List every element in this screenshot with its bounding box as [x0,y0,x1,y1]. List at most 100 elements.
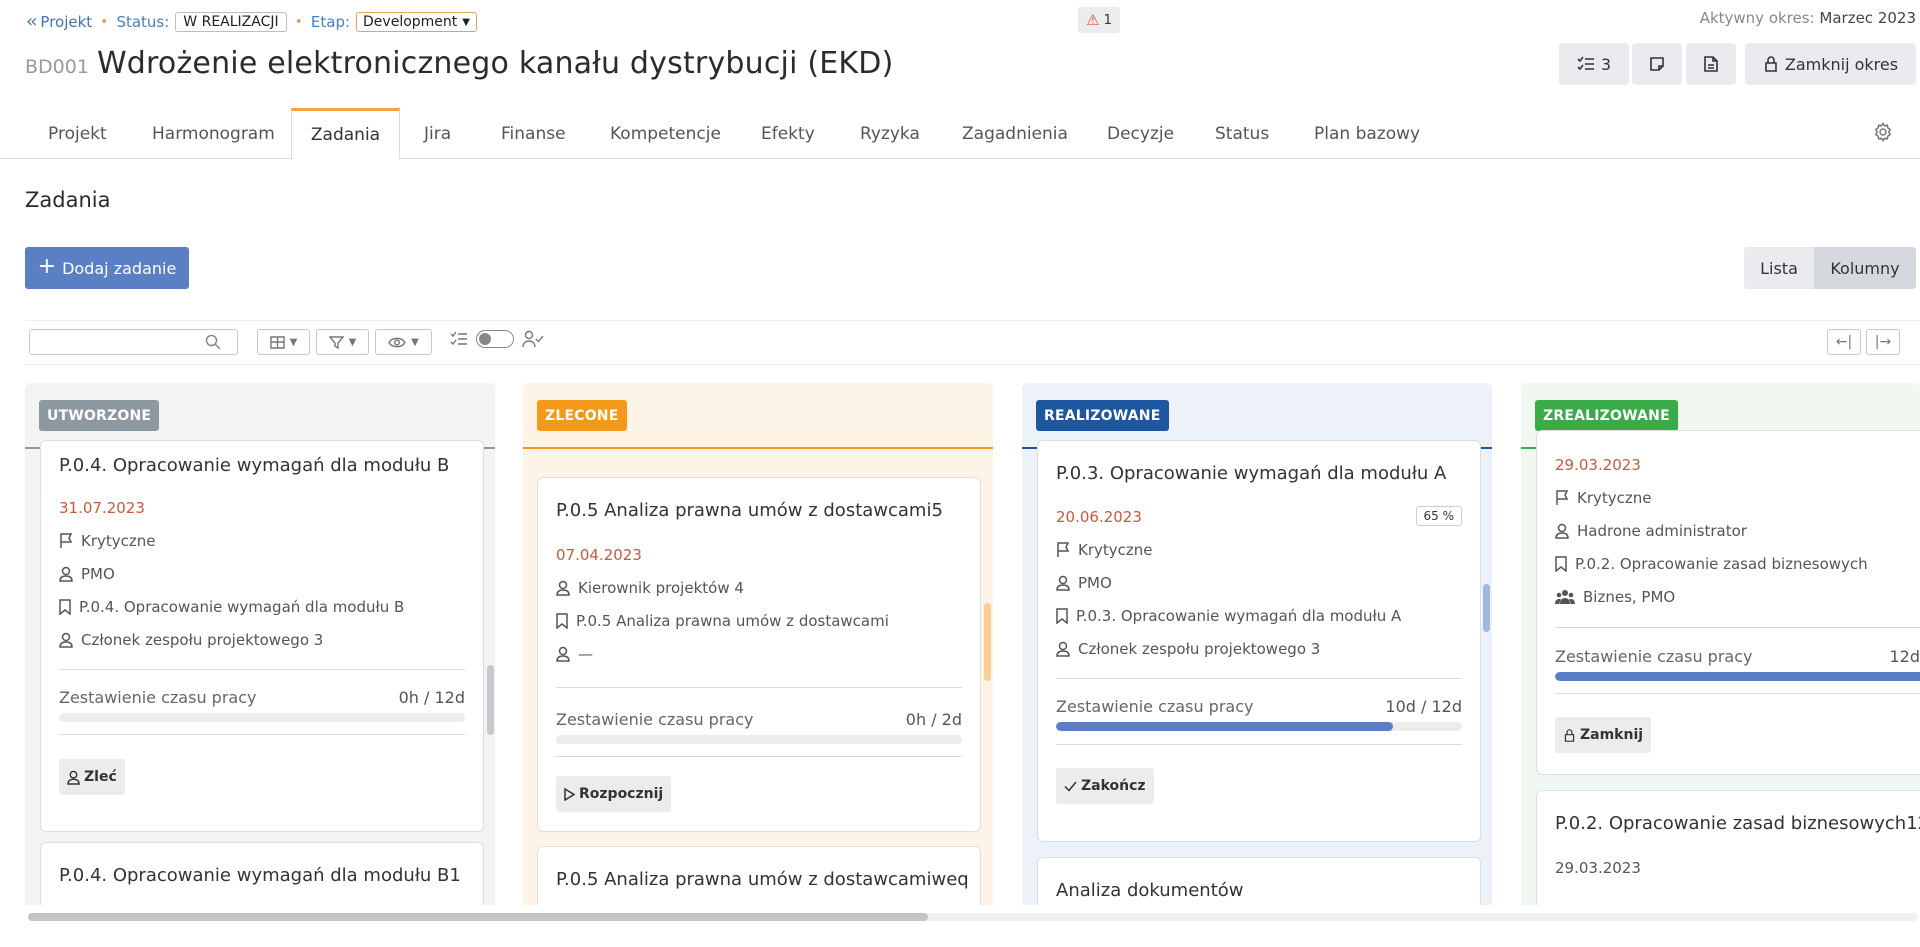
tab-kompetencje[interactable]: Kompetencje [610,108,721,159]
scroll-left-button[interactable]: ←| [1827,329,1861,355]
search-input[interactable] [29,329,238,355]
column-scrollbar[interactable] [1483,584,1490,632]
project-code: BD001 [25,56,89,78]
double-chevron-left-icon: ‹‹ [26,11,38,32]
task-title[interactable]: P.0.5 Analiza prawna umów z dostawcami5 [556,500,943,521]
add-task-button[interactable]: + Dodaj zadanie [25,247,189,289]
team-icon [1555,590,1575,604]
tab-plan-bazowy[interactable]: Plan bazowy [1314,108,1420,159]
time-value: 0h / 2d [905,710,962,729]
scroll-right-button[interactable]: |→ [1866,329,1900,355]
task-card[interactable]: P.0.5 Analiza prawna umów z dostawcamiwe… [537,846,981,905]
grouping-button[interactable]: ▼ [257,329,310,355]
task-card[interactable]: 29.03.2023 Krytyczne Hadrone administrat… [1536,430,1920,775]
close-period-label: Zamknij okres [1784,54,1899,74]
view-toggle: Lista Kolumny [1744,247,1916,289]
parent-label: P.0.3. Opracowanie wymagań dla modułu A [1076,607,1402,625]
column-header: ZLECONE [523,383,993,449]
task-title[interactable]: P.0.2. Opracowanie zasad biznesowych12 [1555,813,1920,834]
column-scrollbar[interactable] [487,665,494,735]
document-button[interactable] [1686,43,1736,85]
user-check-icon[interactable] [522,330,544,348]
task-card[interactable]: P.0.3. Opracowanie wymagań dla modułu A … [1037,440,1481,842]
task-card[interactable]: P.0.5 Analiza prawna umów z dostawcami5 … [537,477,981,832]
task-card[interactable]: Analiza dokumentów [1037,857,1481,905]
task-card[interactable]: P.0.4. Opracowanie wymagań dla modułu B … [40,440,484,832]
start-button[interactable]: Rozpocznij [556,776,672,812]
tab-projekt[interactable]: Projekt [48,108,107,159]
completed-toggle[interactable] [476,330,514,348]
back-label: Projekt [40,13,93,31]
time-label: Zestawienie czasu pracy [1555,647,1753,666]
tab-finanse[interactable]: Finanse [501,108,566,159]
tab-bar: Projekt Harmonogram Zadania Jira Finanse… [0,108,1920,160]
gear-icon[interactable] [1873,122,1893,142]
task-title[interactable]: P.0.4. Opracowanie wymagań dla modułu B1 [59,865,461,886]
board-scrollbar[interactable] [28,913,928,921]
user-icon [1056,641,1070,657]
time-label: Zestawienie czasu pracy [556,710,754,729]
task-title[interactable]: P.0.5 Analiza prawna umów z dostawcamiwe… [556,869,969,890]
close-period-button[interactable]: Zamknij okres [1745,43,1916,85]
finish-button[interactable]: Zakończ [1056,768,1154,804]
close-task-button[interactable]: Zamknij [1555,717,1652,753]
column-badge: ZLECONE [537,400,627,431]
toggle-group [450,330,544,348]
task-parent: P.0.4. Opracowanie wymagań dla modułu B [59,598,404,616]
column-body: P.0.4. Opracowanie wymagań dla modułu B … [25,440,495,905]
completion-badge: 65 % [1415,506,1462,526]
view-list-button[interactable]: Lista [1744,247,1814,289]
tab-ryzyka[interactable]: Ryzyka [860,108,920,159]
back-to-project-link[interactable]: ‹‹ Projekt [26,11,93,32]
view-columns-button[interactable]: Kolumny [1814,247,1916,289]
bookmark-icon [1056,608,1068,624]
assignee-label: Członek zespołu projektowego 3 [81,631,324,649]
tab-efekty[interactable]: Efekty [761,108,815,159]
tab-harmonogram[interactable]: Harmonogram [152,108,275,159]
period-value[interactable]: Marzec 2023 [1819,9,1916,27]
parent-label: P.0.5 Analiza prawna umów z dostawcami [576,612,889,630]
owner-label: Kierownik projektów 4 [578,579,744,597]
notes-button[interactable] [1632,43,1682,85]
tab-zadania[interactable]: Zadania [291,108,400,160]
divider [1555,693,1920,694]
task-assignee: Członek zespołu projektowego 3 [59,631,323,649]
checklist-button[interactable]: 3 [1559,43,1629,85]
tab-zagadnienia[interactable]: Zagadnienia [962,108,1068,159]
column-badge: REALIZOWANE [1036,400,1169,431]
task-date: 20.06.2023 [1056,508,1142,526]
user-icon [1056,575,1070,591]
task-title[interactable]: Analiza dokumentów [1056,880,1243,901]
time-label: Zestawienie czasu pracy [59,688,257,707]
flag-icon [1556,490,1569,505]
task-parent: P.0.5 Analiza prawna umów z dostawcami [556,612,889,630]
page-title: BD001 Wdrożenie elektronicznego kanału d… [25,46,894,81]
finish-label: Zakończ [1081,778,1146,794]
assignee-label: Członek zespołu projektowego 3 [1078,640,1321,658]
tab-status[interactable]: Status [1215,108,1269,159]
task-card[interactable]: P.0.4. Opracowanie wymagań dla modułu B1 [40,842,484,905]
tab-decyzje[interactable]: Decyzje [1107,108,1174,159]
tab-jira[interactable]: Jira [424,108,451,159]
task-assignee: Członek zespołu projektowego 3 [1056,640,1320,658]
task-card[interactable]: P.0.2. Opracowanie zasad biznesowych12 2… [1536,790,1920,905]
status-badge[interactable]: W REALIZACJI [175,12,287,32]
stage-dropdown[interactable]: Development ▼ [356,12,477,32]
task-date: 29.03.2023 [1555,456,1641,474]
divider [556,687,962,688]
toggle-knob [479,333,491,345]
task-owner: Hadrone administrator [1555,522,1747,540]
task-date: 07.04.2023 [556,546,642,564]
user-icon [67,770,80,785]
column-scrollbar[interactable] [984,603,991,681]
column-badge: ZREALIZOWANE [1535,400,1678,431]
period-label: Aktywny okres: [1699,9,1815,27]
warnings-button[interactable]: ⚠ 1 [1078,7,1120,33]
task-title[interactable]: P.0.4. Opracowanie wymagań dla modułu B [59,455,449,476]
filter-button[interactable]: ▼ [316,329,369,355]
visibility-button[interactable]: ▼ [375,329,432,355]
bookmark-icon [556,613,568,629]
task-priority: Krytyczne [1056,541,1153,559]
task-title[interactable]: P.0.3. Opracowanie wymagań dla modułu A [1056,463,1446,484]
assign-button[interactable]: Zleć [59,759,125,795]
